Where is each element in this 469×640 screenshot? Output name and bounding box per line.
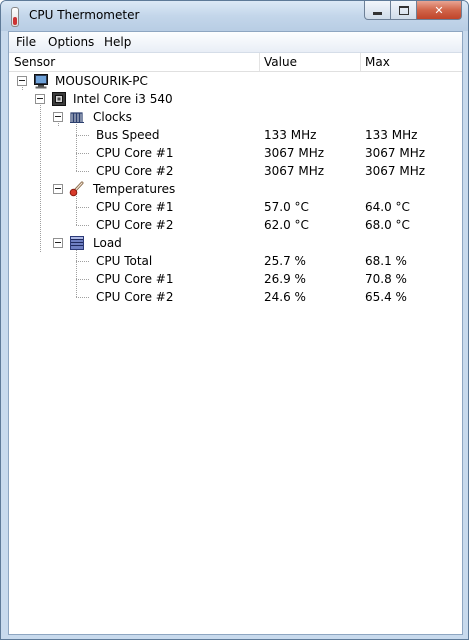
menu-help[interactable]: Help: [104, 35, 131, 49]
tree-group-temperatures[interactable]: Temperatures: [9, 180, 462, 198]
sensor-max: 133 MHz: [365, 128, 418, 142]
collapse-icon[interactable]: [53, 238, 63, 248]
tree-node-cpu[interactable]: Intel Core i3 540: [9, 90, 462, 108]
maximize-button[interactable]: [391, 1, 417, 20]
sensor-max: 68.0 °C: [365, 218, 410, 232]
sensor-row[interactable]: CPU Core #1 3067 MHz 3067 MHz: [9, 144, 462, 162]
collapse-icon[interactable]: [17, 76, 27, 86]
tree-group-clocks[interactable]: Clocks: [9, 108, 462, 126]
sensor-row[interactable]: CPU Core #2 3067 MHz 3067 MHz: [9, 162, 462, 180]
load-icon: [70, 236, 84, 250]
menu-file[interactable]: File: [16, 35, 36, 49]
thermometer-app-icon: [11, 7, 19, 27]
sensor-max: 65.4 %: [365, 290, 407, 304]
collapse-icon[interactable]: [53, 184, 63, 194]
group-label: Clocks: [93, 110, 132, 124]
sensor-value: 24.6 %: [264, 290, 306, 304]
column-header-value[interactable]: Value: [264, 55, 297, 69]
sensor-value: 3067 MHz: [264, 146, 325, 160]
sensor-row[interactable]: CPU Core #1 26.9 % 70.8 %: [9, 270, 462, 288]
tree-group-load[interactable]: Load: [9, 234, 462, 252]
sensor-row[interactable]: CPU Core #2 24.6 % 65.4 %: [9, 288, 462, 306]
sensor-value: 3067 MHz: [264, 164, 325, 178]
sensor-row[interactable]: Bus Speed 133 MHz 133 MHz: [9, 126, 462, 144]
column-header: Sensor Value Max: [9, 53, 462, 72]
close-icon: ✕: [434, 3, 444, 17]
sensor-name: Bus Speed: [96, 128, 160, 142]
sensor-value: 57.0 °C: [264, 200, 309, 214]
sensor-value: 133 MHz: [264, 128, 317, 142]
group-label: Load: [93, 236, 122, 250]
sensor-value: 25.7 %: [264, 254, 306, 268]
collapse-icon[interactable]: [53, 112, 63, 122]
sensor-name: CPU Core #1: [96, 272, 174, 286]
sensor-max: 68.1 %: [365, 254, 407, 268]
sensor-max: 64.0 °C: [365, 200, 410, 214]
sensor-value: 26.9 %: [264, 272, 306, 286]
close-button[interactable]: ✕: [417, 1, 462, 20]
column-header-sensor[interactable]: Sensor: [14, 55, 55, 69]
sensor-tree: MOUSOURIK-PC Intel Core i3 540 Clocks Bu…: [9, 72, 462, 634]
sensor-name: CPU Core #2: [96, 164, 174, 178]
sensor-max: 3067 MHz: [365, 164, 426, 178]
computer-icon: [34, 74, 48, 89]
sensor-name: CPU Core #2: [96, 218, 174, 232]
sensor-max: 3067 MHz: [365, 146, 426, 160]
collapse-icon[interactable]: [35, 94, 45, 104]
sensor-row[interactable]: CPU Core #2 62.0 °C 68.0 °C: [9, 216, 462, 234]
menu-bar: File Options Help: [9, 32, 462, 53]
group-label: Temperatures: [93, 182, 176, 196]
sensor-max: 70.8 %: [365, 272, 407, 286]
sensor-name: CPU Core #1: [96, 200, 174, 214]
sensor-row[interactable]: CPU Core #1 57.0 °C 64.0 °C: [9, 198, 462, 216]
tree-node-computer[interactable]: MOUSOURIK-PC: [9, 72, 462, 90]
clock-icon: [70, 112, 84, 123]
sensor-name: CPU Total: [96, 254, 153, 268]
computer-name: MOUSOURIK-PC: [55, 74, 148, 88]
sensor-value: 62.0 °C: [264, 218, 309, 232]
column-divider[interactable]: [360, 53, 361, 71]
thermometer-icon: [69, 181, 84, 197]
window-title: CPU Thermometer: [29, 8, 140, 22]
cpu-chip-icon: [52, 92, 66, 106]
sensor-row[interactable]: CPU Total 25.7 % 68.1 %: [9, 252, 462, 270]
column-header-max[interactable]: Max: [365, 55, 390, 69]
minimize-button[interactable]: [364, 1, 391, 20]
title-bar[interactable]: CPU Thermometer ✕: [1, 1, 468, 31]
window-controls: ✕: [364, 1, 462, 21]
main-window: CPU Thermometer ✕ File Options Help Sens…: [0, 0, 469, 640]
sensor-name: CPU Core #1: [96, 146, 174, 160]
client-area: File Options Help Sensor Value Max MOUSO…: [8, 31, 463, 635]
maximize-icon: [398, 5, 409, 15]
sensor-name: CPU Core #2: [96, 290, 174, 304]
cpu-name: Intel Core i3 540: [73, 92, 173, 106]
menu-options[interactable]: Options: [48, 35, 94, 49]
column-divider[interactable]: [259, 53, 260, 71]
minimize-icon: [373, 11, 382, 15]
